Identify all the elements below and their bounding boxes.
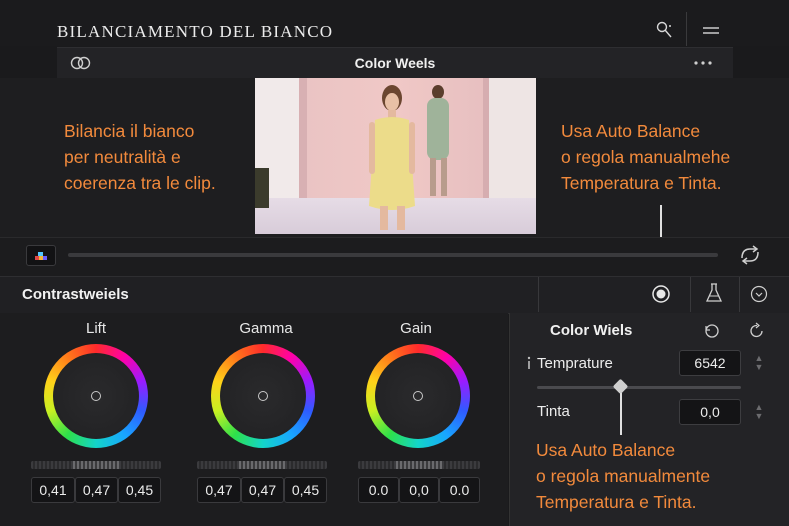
lift-wheel[interactable] — [44, 344, 148, 448]
wheel-label-lift: Lift — [85, 320, 106, 337]
left-note-line: coerenza tra le clip. — [64, 173, 216, 193]
wheel-label-gamma: Gamma — [239, 320, 293, 337]
gamma-master-strip[interactable] — [197, 461, 327, 469]
temperature-slider[interactable] — [537, 386, 741, 389]
tint-field[interactable]: 0,0 — [679, 399, 741, 425]
temperature-label: Temprature — [537, 355, 613, 372]
color-panel-title: Color Wiels — [550, 322, 633, 339]
swap-icon[interactable] — [738, 244, 762, 266]
lift-value-1[interactable]: 0,41 — [31, 477, 75, 503]
temperature-stepper[interactable]: ▲ ▼ — [754, 354, 764, 372]
panel-title: Color Weels — [354, 55, 436, 71]
tint-stepper[interactable]: ▲ ▼ — [754, 403, 764, 421]
chevron-down-circle-icon[interactable] — [750, 285, 768, 303]
scrub-track[interactable] — [68, 253, 718, 257]
gain-value-2[interactable]: 0,0 — [399, 477, 439, 503]
color-palette-icon — [35, 252, 47, 260]
menu-icon[interactable] — [702, 26, 720, 36]
page-title: BILANCIAMENTO DEL BIANCO — [57, 22, 334, 41]
gain-value-1[interactable]: 0.0 — [358, 477, 399, 503]
left-note-line: per neutralità e — [64, 147, 181, 167]
more-options-icon[interactable] — [693, 61, 713, 65]
left-note-line: Bilancia il bianco — [64, 121, 195, 141]
runway-photo — [255, 78, 536, 234]
lift-value-2[interactable]: 0,47 — [75, 477, 118, 503]
right-top-note-line: o regola manualmehe — [561, 147, 731, 167]
callout-line-bottom — [620, 393, 622, 435]
right-bottom-note-line: Temperatura e Tinta. — [536, 492, 697, 512]
gain-wheel[interactable] — [366, 344, 470, 448]
right-top-note-line: Temperatura e Tinta. — [561, 173, 722, 193]
title-divider — [686, 12, 687, 46]
right-top-note: Usa Auto Balance o regola manualmehe Tem… — [561, 118, 730, 196]
gamma-value-3[interactable]: 0,45 — [284, 477, 327, 503]
gamma-value-2[interactable]: 0,47 — [241, 477, 284, 503]
gain-master-strip[interactable] — [358, 461, 480, 469]
eyedropper-icon[interactable] — [654, 20, 676, 42]
color-scope-button[interactable] — [26, 245, 56, 266]
section-divider — [690, 277, 691, 312]
wheel-label-gain: Gain — [400, 320, 432, 337]
lift-wheel-puck[interactable] — [91, 391, 101, 401]
gamma-wheel[interactable] — [211, 344, 315, 448]
left-note: Bilancia il bianco per neutralità e coer… — [64, 118, 216, 196]
tint-label: Tinta — [537, 403, 570, 420]
auto-balance-icon[interactable] — [651, 284, 671, 304]
section-title: Contrastweiels — [22, 286, 129, 303]
right-bottom-note-line: Usa Auto Balance — [536, 440, 676, 460]
right-bottom-note-line: o regola manualmente — [536, 466, 711, 486]
right-bottom-note: Usa Auto Balance o regola manualmente Te… — [536, 437, 710, 515]
temperature-field[interactable]: 6542 — [679, 350, 741, 376]
gamma-wheel-puck[interactable] — [258, 391, 268, 401]
gamma-value-1[interactable]: 0,47 — [197, 477, 241, 503]
right-top-note-line: Usa Auto Balance — [561, 121, 701, 141]
lift-master-strip[interactable] — [31, 461, 161, 469]
gain-wheel-puck[interactable] — [413, 391, 423, 401]
reset-icon[interactable] — [703, 322, 721, 340]
temperature-icon — [526, 356, 532, 370]
lift-value-3[interactable]: 0,45 — [118, 477, 161, 503]
gain-value-3[interactable]: 0.0 — [439, 477, 480, 503]
refresh-icon[interactable] — [748, 322, 766, 340]
flask-icon[interactable] — [705, 282, 723, 304]
panel-header: Color Weels — [57, 47, 733, 79]
section-divider — [538, 277, 539, 312]
section-divider — [739, 277, 740, 312]
